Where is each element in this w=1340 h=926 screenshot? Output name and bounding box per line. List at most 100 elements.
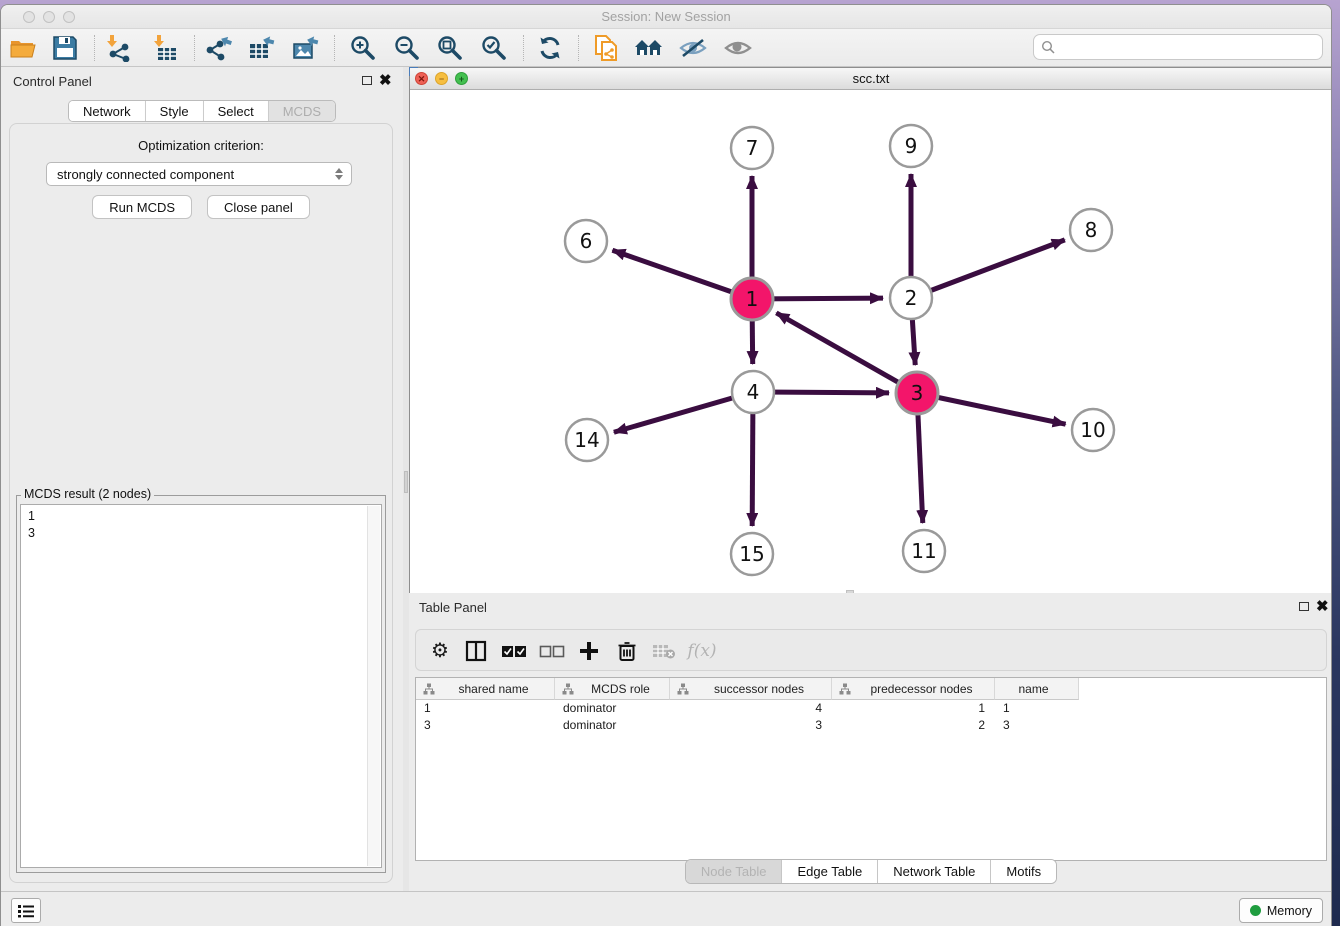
task-history-button[interactable]	[11, 898, 41, 923]
mcds-result-area[interactable]: 1 3	[20, 504, 382, 868]
result-scrollbar[interactable]	[367, 506, 380, 866]
table-cell: 2	[832, 717, 995, 734]
tab-select[interactable]: Select	[203, 101, 268, 121]
tab-mcds[interactable]: MCDS	[268, 101, 335, 121]
status-bar: Memory	[1, 891, 1332, 926]
column-header-MCDS-role[interactable]: MCDS role	[555, 678, 670, 700]
graph-node-label: 14	[574, 428, 599, 452]
window-title: Session: New Session	[1, 9, 1331, 24]
graph-edge-3-1	[776, 313, 917, 393]
refresh-icon[interactable]	[534, 33, 566, 63]
tab-motifs[interactable]: Motifs	[990, 860, 1056, 883]
save-session-icon[interactable]	[49, 33, 81, 63]
network-view-title: scc.txt	[410, 71, 1332, 86]
graph-node-label: 9	[905, 134, 918, 158]
column-header-successor-nodes[interactable]: successor nodes	[670, 678, 832, 700]
toolbar-separator	[578, 35, 579, 61]
first-neighbors-icon[interactable]	[633, 33, 665, 63]
app-window: Session: New Session	[0, 4, 1332, 926]
run-mcds-button[interactable]: Run MCDS	[92, 195, 192, 219]
network-window-titlebar[interactable]: ✕ − + scc.txt	[410, 68, 1332, 90]
graph-node-label: 8	[1085, 218, 1098, 242]
float-table-panel-icon[interactable]	[1299, 602, 1309, 611]
toolbar-separator	[194, 35, 195, 61]
column-header-predecessor-nodes[interactable]: predecessor nodes	[832, 678, 995, 700]
add-icon[interactable]	[573, 636, 605, 666]
network-canvas[interactable]: 7968124314101511	[410, 90, 1332, 593]
main-area: Control Panel ✖ NetworkStyleSelectMCDS O…	[1, 67, 1332, 891]
graph-edge-3-10	[917, 393, 1066, 424]
column-header-shared-name[interactable]: shared name	[416, 678, 555, 700]
tab-network[interactable]: Network	[69, 101, 145, 121]
graph-node-label: 2	[905, 286, 918, 310]
float-panel-icon[interactable]	[362, 76, 372, 85]
clone-network-icon[interactable]	[590, 33, 622, 63]
deselect-all-icon[interactable]	[536, 636, 568, 666]
delete-icon[interactable]	[611, 636, 643, 666]
function-icon[interactable]: f(x)	[686, 636, 718, 666]
criterion-select[interactable]: strongly connected component	[46, 162, 352, 186]
graph-node-label: 7	[746, 136, 759, 160]
toolbar-separator	[523, 35, 524, 61]
graph-node-label: 6	[580, 229, 593, 253]
export-network-icon[interactable]	[203, 33, 235, 63]
memory-button[interactable]: Memory	[1239, 898, 1323, 923]
table-cell: 3	[670, 717, 832, 734]
table-panel-title: Table Panel	[419, 600, 487, 615]
graph-node-label: 15	[739, 542, 764, 566]
open-file-icon[interactable]	[7, 33, 39, 63]
graph-node-label: 11	[911, 539, 936, 563]
hide-details-icon[interactable]	[677, 33, 709, 63]
list-icon	[17, 904, 35, 918]
select-all-icon[interactable]	[498, 636, 530, 666]
table-row[interactable]: 1dominator411	[416, 700, 1326, 717]
search-icon	[1041, 40, 1055, 54]
table-cell: 3	[995, 717, 1079, 734]
optimization-label: Optimization criterion:	[10, 138, 392, 153]
desktop-wallpaper: Session: New Session	[0, 0, 1340, 926]
node-table[interactable]: shared nameMCDS rolesuccessor nodesprede…	[415, 677, 1327, 861]
graph-edge-2-8	[911, 240, 1065, 298]
column-icon[interactable]	[460, 636, 492, 666]
graph-node-label: 1	[746, 287, 759, 311]
column-header-name[interactable]: name	[995, 678, 1079, 700]
tab-node-table[interactable]: Node Table	[686, 860, 782, 883]
criterion-value: strongly connected component	[47, 167, 331, 182]
table-cell: dominator	[555, 717, 670, 734]
table-header-row: shared nameMCDS rolesuccessor nodesprede…	[416, 678, 1326, 700]
graph-node-label: 3	[911, 381, 924, 405]
table-cell: 4	[670, 700, 832, 717]
control-panel-header: Control Panel ✖	[1, 67, 403, 95]
close-table-panel-icon[interactable]: ✖	[1316, 597, 1329, 615]
table-panel-header: Table Panel ✖	[409, 593, 1332, 621]
memory-label: Memory	[1267, 904, 1312, 918]
divider-handle[interactable]	[404, 471, 408, 493]
import-network-icon[interactable]	[103, 33, 135, 63]
zoom-in-icon[interactable]	[347, 33, 379, 63]
tab-style[interactable]: Style	[145, 101, 203, 121]
table-panel: Table Panel ✖ ⚙	[409, 593, 1332, 891]
table-row[interactable]: 3dominator323	[416, 717, 1326, 734]
zoom-selected-icon[interactable]	[478, 33, 510, 63]
close-panel-icon[interactable]: ✖	[379, 71, 392, 89]
export-table-icon[interactable]	[246, 33, 278, 63]
close-panel-button[interactable]: Close panel	[207, 195, 310, 219]
search-input[interactable]	[1055, 40, 1322, 55]
import-table-icon[interactable]	[150, 33, 182, 63]
table-cell: dominator	[555, 700, 670, 717]
zoom-out-icon[interactable]	[391, 33, 423, 63]
table-cell: 3	[416, 717, 555, 734]
right-area: ✕ − + scc.txt 7968124314101511 Table Pan…	[409, 67, 1332, 891]
gear-icon[interactable]: ⚙	[424, 636, 456, 666]
main-toolbar	[1, 29, 1331, 67]
zoom-fit-icon[interactable]	[434, 33, 466, 63]
show-details-icon[interactable]	[722, 33, 754, 63]
table-cell: 1	[416, 700, 555, 717]
delete-table-icon[interactable]	[648, 636, 680, 666]
table-cell: 1	[995, 700, 1079, 717]
export-image-icon[interactable]	[290, 33, 322, 63]
graph-node-label: 10	[1080, 418, 1105, 442]
tab-network-table[interactable]: Network Table	[877, 860, 990, 883]
tab-edge-table[interactable]: Edge Table	[781, 860, 877, 883]
network-view-window: ✕ − + scc.txt 7968124314101511	[409, 67, 1332, 593]
